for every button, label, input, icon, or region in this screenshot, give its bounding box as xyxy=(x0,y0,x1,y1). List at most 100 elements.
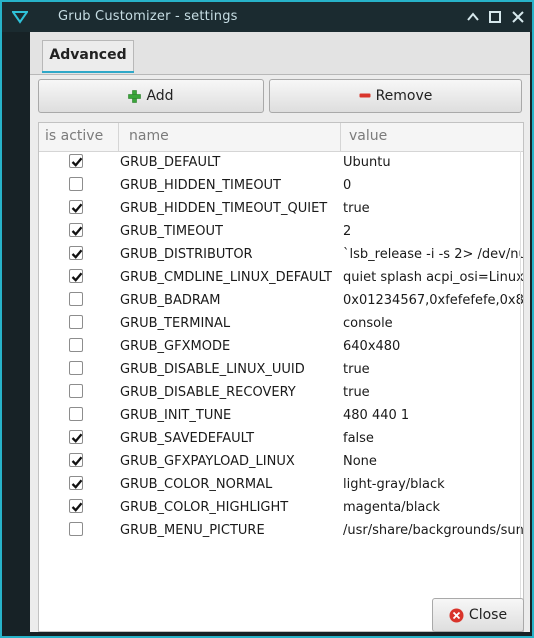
active-checkbox[interactable] xyxy=(69,292,83,306)
setting-name[interactable]: GRUB_DISABLE_LINUX_UUID xyxy=(120,362,305,377)
table-row[interactable]: GRUB_GFXPAYLOAD_LINUX None xyxy=(39,450,523,473)
setting-name[interactable]: GRUB_GFXPAYLOAD_LINUX xyxy=(120,454,295,469)
active-checkbox[interactable] xyxy=(69,430,83,444)
setting-name[interactable]: GRUB_TIMEOUT xyxy=(120,224,223,239)
active-checkbox[interactable] xyxy=(69,499,83,513)
tab-advanced[interactable]: Advanced xyxy=(42,40,134,73)
tab-bar: Advanced xyxy=(30,32,530,75)
setting-name[interactable]: GRUB_COLOR_HIGHLIGHT xyxy=(120,500,288,515)
table-row[interactable]: GRUB_HIDDEN_TIMEOUT_QUIET true xyxy=(39,197,523,220)
table-row[interactable]: GRUB_SAVEDEFAULT false xyxy=(39,427,523,450)
maximize-icon[interactable] xyxy=(488,10,502,24)
table-row[interactable]: GRUB_DISTRIBUTOR `lsb_release -i -s 2> /d… xyxy=(39,243,523,266)
active-checkbox[interactable] xyxy=(69,476,83,490)
setting-value[interactable]: light-gray/black xyxy=(343,477,523,492)
checkmark-icon xyxy=(71,226,83,236)
setting-name[interactable]: GRUB_MENU_PICTURE xyxy=(120,523,265,538)
setting-name[interactable]: GRUB_BADRAM xyxy=(120,293,220,308)
active-checkbox[interactable] xyxy=(69,246,83,260)
table-row[interactable]: GRUB_TERMINAL console xyxy=(39,312,523,335)
setting-name[interactable]: GRUB_HIDDEN_TIMEOUT_QUIET xyxy=(120,201,327,216)
active-checkbox[interactable] xyxy=(69,154,83,168)
table-row[interactable]: GRUB_MENU_PICTURE/usr/share/backgrounds/… xyxy=(39,519,523,542)
setting-name[interactable]: GRUB_INIT_TUNE xyxy=(120,408,231,423)
window-close-icon[interactable] xyxy=(511,10,525,24)
minus-icon xyxy=(359,93,371,98)
table-body: GRUB_DEFAULT Ubuntu GRUB_HIDDEN_TIMEOUT 0 GR… xyxy=(39,151,523,631)
column-header-value[interactable]: value xyxy=(341,123,523,151)
close-button-label: Close xyxy=(468,607,508,623)
setting-value[interactable]: magenta/black xyxy=(343,500,523,515)
active-checkbox[interactable] xyxy=(69,384,83,398)
window-menu-icon[interactable] xyxy=(12,9,28,25)
setting-name[interactable]: GRUB_CMDLINE_LINUX_DEFAULT xyxy=(120,270,332,285)
checkmark-icon xyxy=(71,249,83,259)
setting-value[interactable]: 640x480 xyxy=(343,339,523,354)
setting-value[interactable]: /usr/share/backgrounds/sun xyxy=(343,523,523,538)
title-bar[interactable]: Grub Customizer - settings xyxy=(2,2,532,32)
add-button-label: Add xyxy=(146,88,174,104)
table-header: is active name value xyxy=(39,123,523,152)
table-row[interactable]: GRUB_TIMEOUT 2 xyxy=(39,220,523,243)
checkmark-icon xyxy=(71,272,83,282)
checkmark-icon xyxy=(71,157,83,167)
column-header-name[interactable]: name xyxy=(119,123,341,151)
active-checkbox[interactable] xyxy=(69,522,83,536)
active-checkbox[interactable] xyxy=(69,177,83,191)
setting-value[interactable]: 0x01234567,0xfefefefe,0x8 xyxy=(343,293,523,308)
remove-button[interactable]: Remove xyxy=(269,79,522,113)
active-checkbox[interactable] xyxy=(69,453,83,467)
setting-name[interactable]: GRUB_DISTRIBUTOR xyxy=(120,247,253,262)
setting-name[interactable]: GRUB_HIDDEN_TIMEOUT xyxy=(120,178,281,193)
active-checkbox[interactable] xyxy=(69,315,83,329)
table-row[interactable]: GRUB_CMDLINE_LINUX_DEFAULT quiet splash a… xyxy=(39,266,523,289)
add-button[interactable]: Add xyxy=(38,79,264,113)
table-row[interactable]: GRUB_DISABLE_RECOVERY true xyxy=(39,381,523,404)
setting-name[interactable]: GRUB_DISABLE_RECOVERY xyxy=(120,385,296,400)
setting-name[interactable]: GRUB_TERMINAL xyxy=(120,316,230,331)
settings-window: Grub Customizer - settings Advanced Add … xyxy=(0,0,534,638)
setting-value[interactable]: Ubuntu xyxy=(343,155,523,170)
setting-name[interactable]: GRUB_SAVEDEFAULT xyxy=(120,431,254,446)
table-row[interactable]: GRUB_DISABLE_LINUX_UUID true xyxy=(39,358,523,381)
remove-button-label: Remove xyxy=(375,88,433,104)
active-checkbox[interactable] xyxy=(69,269,83,283)
checkmark-icon xyxy=(71,502,83,512)
table-row[interactable]: GRUB_COLOR_HIGHLIGHT magenta/black xyxy=(39,496,523,519)
table-row[interactable]: GRUB_DEFAULT Ubuntu xyxy=(39,151,523,174)
plus-icon xyxy=(128,89,142,103)
setting-value[interactable]: true xyxy=(343,385,523,400)
table-row[interactable]: GRUB_HIDDEN_TIMEOUT 0 xyxy=(39,174,523,197)
column-divider xyxy=(520,151,521,631)
setting-value[interactable]: `lsb_release -i -s 2> /dev/nu xyxy=(343,247,523,262)
setting-value[interactable]: false xyxy=(343,431,523,446)
dialog-content: Advanced Add Remove is active name value… xyxy=(30,32,530,632)
setting-value[interactable]: 2 xyxy=(343,224,523,239)
table-row[interactable]: GRUB_BADRAM 0x01234567,0xfefefefe,0x8 xyxy=(39,289,523,312)
checkmark-icon xyxy=(71,479,83,489)
table-row[interactable]: GRUB_COLOR_NORMAL light-gray/black xyxy=(39,473,523,496)
checkmark-icon xyxy=(71,433,83,443)
setting-value[interactable]: 480 440 1 xyxy=(343,408,523,423)
minimize-icon[interactable] xyxy=(466,10,480,24)
setting-value[interactable]: quiet splash acpi_osi=Linux xyxy=(343,270,523,285)
setting-value[interactable]: true xyxy=(343,362,523,377)
checkmark-icon xyxy=(71,456,83,466)
setting-value[interactable]: 0 xyxy=(343,178,523,193)
setting-value[interactable]: None xyxy=(343,454,523,469)
setting-name[interactable]: GRUB_DEFAULT xyxy=(120,155,220,170)
active-checkbox[interactable] xyxy=(69,361,83,375)
table-row[interactable]: GRUB_INIT_TUNE 480 440 1 xyxy=(39,404,523,427)
setting-value[interactable]: true xyxy=(343,201,523,216)
active-checkbox[interactable] xyxy=(69,200,83,214)
setting-name[interactable]: GRUB_COLOR_NORMAL xyxy=(120,477,272,492)
setting-name[interactable]: GRUB_GFXMODE xyxy=(120,339,230,354)
settings-table: is active name value GRUB_DEFAULT Ubuntu G… xyxy=(38,122,524,632)
active-checkbox[interactable] xyxy=(69,223,83,237)
active-checkbox[interactable] xyxy=(69,338,83,352)
column-header-is-active[interactable]: is active xyxy=(39,123,119,151)
close-button[interactable]: Close xyxy=(432,598,524,632)
table-row[interactable]: GRUB_GFXMODE 640x480 xyxy=(39,335,523,358)
active-checkbox[interactable] xyxy=(69,407,83,421)
setting-value[interactable]: console xyxy=(343,316,523,331)
